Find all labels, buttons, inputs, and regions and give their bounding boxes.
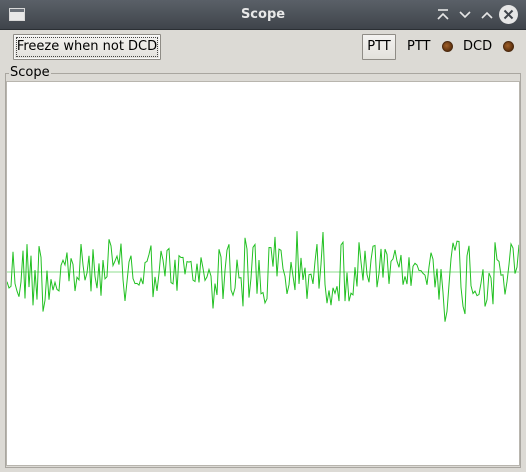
dcd-led-icon <box>503 41 514 52</box>
ptt-button-label: PTT <box>367 39 391 54</box>
ptt-led-icon <box>442 41 453 52</box>
scope-waveform <box>7 231 519 322</box>
ptt-indicator-label: PTT <box>407 39 431 54</box>
focus-ring <box>16 37 158 57</box>
scope-trace <box>7 231 519 322</box>
close-icon[interactable] <box>499 5 518 24</box>
dcd-indicator-label: DCD <box>463 39 493 54</box>
shade-up-icon[interactable] <box>435 7 451 23</box>
freeze-when-not-dcd-button[interactable]: Freeze when not DCD <box>13 34 161 60</box>
scope-group-label: Scope <box>9 65 51 80</box>
title-bar[interactable]: Scope <box>0 0 526 30</box>
chevron-up-icon[interactable] <box>479 7 495 23</box>
scope-display <box>6 81 520 466</box>
ptt-button[interactable]: PTT <box>362 34 396 60</box>
chevron-down-icon[interactable] <box>457 7 473 23</box>
